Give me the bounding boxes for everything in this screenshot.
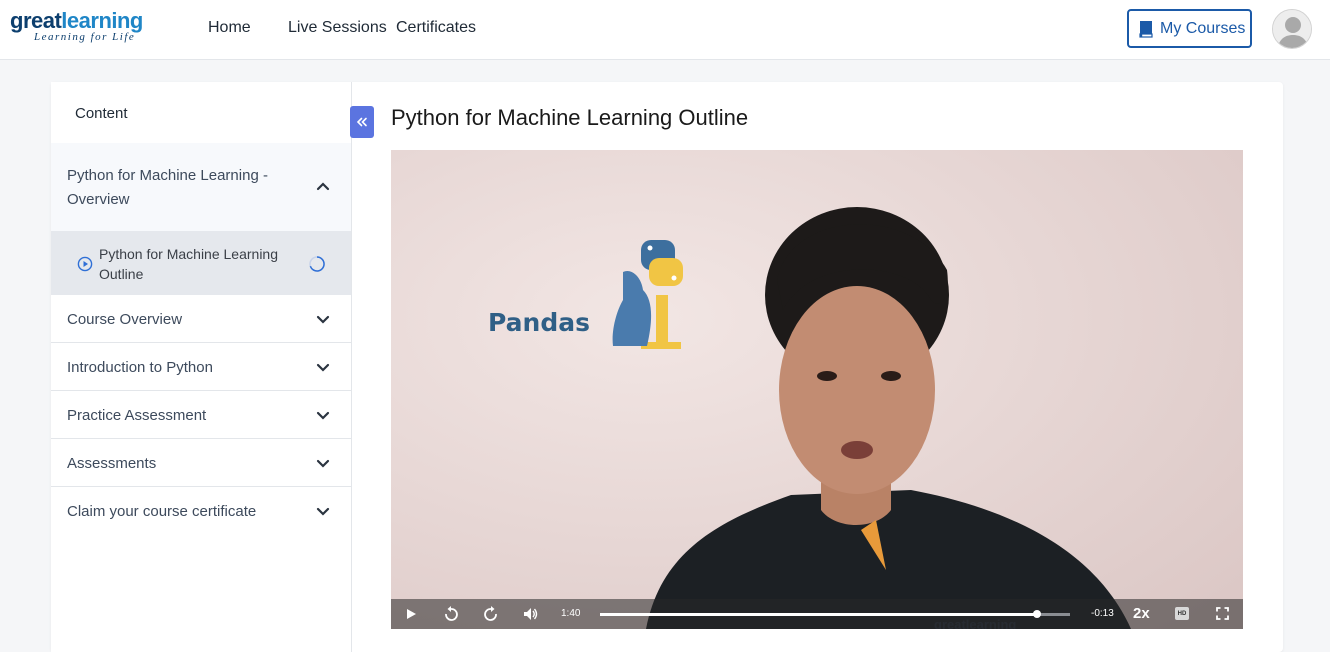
- section-practice-assessment[interactable]: Practice Assessment: [51, 391, 351, 439]
- user-avatar[interactable]: [1272, 9, 1312, 49]
- nav-live-sessions[interactable]: Live Sessions: [288, 19, 387, 37]
- chevron-down-icon[interactable]: [316, 459, 330, 469]
- chevron-down-icon[interactable]: [316, 507, 330, 517]
- play-icon[interactable]: [405, 608, 417, 620]
- sidebar-title: Content: [75, 105, 128, 122]
- section-introduction-to-python[interactable]: Introduction to Python: [51, 343, 351, 391]
- chevron-down-icon[interactable]: [316, 315, 330, 325]
- chevron-down-icon[interactable]: [316, 363, 330, 373]
- double-chevron-left-icon: [356, 117, 367, 127]
- chevron-down-icon[interactable]: [316, 411, 330, 421]
- pandas-overlay-text: Pandas: [488, 308, 590, 337]
- nav-certificates[interactable]: Certificates: [396, 19, 476, 37]
- section-assessments[interactable]: Assessments: [51, 439, 351, 487]
- section-label: Introduction to Python: [67, 359, 213, 376]
- section-course-overview[interactable]: Course Overview: [51, 295, 351, 343]
- greatlearning-logo[interactable]: greatlearning Learning for Life: [10, 8, 143, 44]
- section-label: Assessments: [67, 455, 157, 472]
- my-courses-label: My Courses: [1160, 19, 1246, 37]
- video-frame-image: [391, 150, 1243, 629]
- top-header: greatlearning Learning for Life Home Liv…: [0, 0, 1330, 60]
- section-python-ml-overview[interactable]: Python for Machine Learning - Overview: [51, 143, 351, 231]
- lesson-item-label: Python for Machine Learning Outline: [99, 246, 278, 282]
- section-label: Practice Assessment: [67, 407, 207, 424]
- video-controls-bar: 1:40 -0:13 2x HD: [391, 599, 1243, 629]
- nav-home[interactable]: Home: [208, 19, 251, 37]
- content-sidebar: Content Python for Machine Learning - Ov…: [51, 82, 352, 652]
- logo-great-text: great: [10, 8, 62, 33]
- logo-learning-text: learning: [61, 8, 143, 33]
- rewind-icon[interactable]: [443, 606, 459, 622]
- collapse-sidebar-button[interactable]: [350, 106, 374, 138]
- volume-icon[interactable]: [523, 606, 539, 622]
- section-label: Claim your course certificate: [67, 503, 257, 520]
- user-silhouette-icon: [1273, 10, 1311, 48]
- seek-bar[interactable]: [600, 610, 1070, 618]
- playback-speed-button[interactable]: 2x: [1133, 605, 1150, 622]
- video-player[interactable]: Pandas greatlearning 1:40 -0:13 2x HD: [391, 150, 1243, 629]
- hd-quality-icon[interactable]: HD: [1175, 607, 1189, 620]
- seek-bar-handle[interactable]: [1033, 610, 1042, 618]
- lesson-item-python-ml-outline[interactable]: Python for Machine Learning Outline: [51, 231, 351, 295]
- forward-icon[interactable]: [483, 606, 499, 622]
- play-circle-icon: [77, 256, 93, 272]
- seek-bar-progress: [600, 613, 1038, 616]
- chevron-up-icon[interactable]: [316, 181, 330, 191]
- my-courses-button[interactable]: My Courses: [1127, 9, 1252, 48]
- fullscreen-icon[interactable]: [1216, 607, 1229, 620]
- elapsed-time: 1:40: [561, 608, 581, 619]
- section-claim-certificate[interactable]: Claim your course certificate: [51, 487, 351, 535]
- section-label: Course Overview: [67, 311, 183, 328]
- section-label: Python for Machine Learning - Overview: [67, 167, 268, 208]
- logo-tagline: Learning for Life: [34, 31, 136, 43]
- remaining-time: -0:13: [1091, 608, 1114, 619]
- lesson-title: Python for Machine Learning Outline: [391, 105, 749, 130]
- progress-ring-icon: [309, 256, 325, 272]
- book-icon: [1139, 20, 1153, 38]
